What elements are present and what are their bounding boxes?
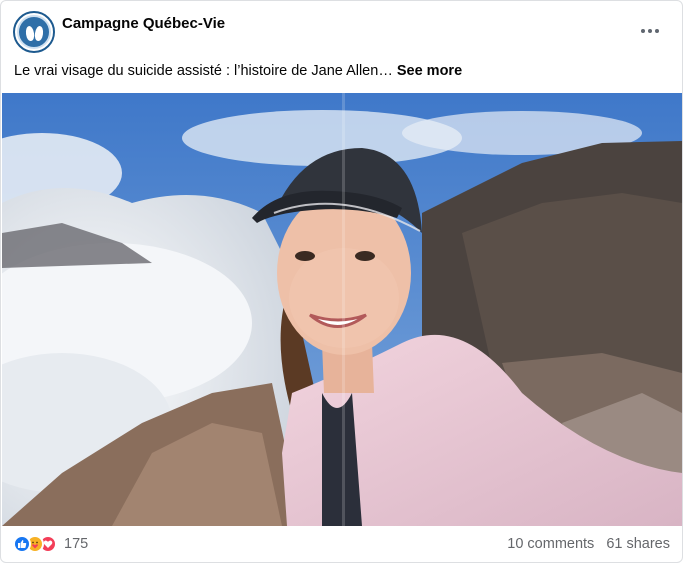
post-caption: Le vrai visage du suicide assisté : l’hi…: [14, 63, 670, 79]
more-options-button[interactable]: [638, 21, 662, 41]
post-footer: 175 10 comments 61 shares: [13, 531, 670, 557]
post-stats: 10 comments 61 shares: [507, 536, 670, 552]
post-photo[interactable]: [2, 93, 682, 526]
footprints-logo-icon: [17, 15, 51, 49]
caption-text: Le vrai visage du suicide assisté : l’hi…: [14, 63, 393, 79]
dot-icon: [648, 29, 652, 33]
facebook-post-card: Campagne Québec-Vie Le vrai visage du su…: [0, 0, 683, 563]
see-more-link[interactable]: See more: [397, 63, 462, 79]
selfie-mountain-photo: [2, 93, 682, 526]
dot-icon: [641, 29, 645, 33]
like-icon: [13, 535, 31, 553]
reactions-count[interactable]: 175: [64, 536, 88, 552]
post-header: Campagne Québec-Vie: [13, 11, 670, 57]
comments-count-link[interactable]: 10 comments: [507, 536, 594, 552]
reactions-summary[interactable]: 175: [13, 535, 88, 553]
page-name-link[interactable]: Campagne Québec-Vie: [62, 15, 225, 32]
page-avatar[interactable]: [13, 11, 55, 53]
dot-icon: [655, 29, 659, 33]
shares-count-link[interactable]: 61 shares: [606, 536, 670, 552]
